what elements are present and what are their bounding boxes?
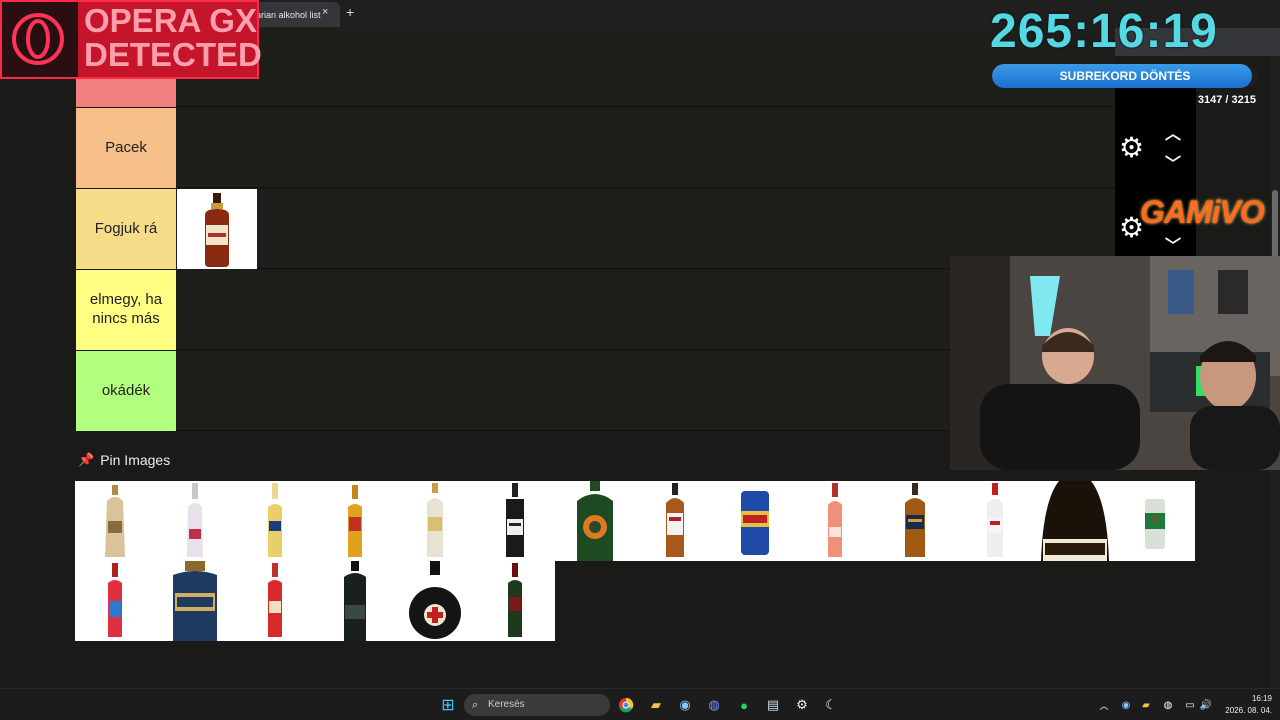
notepad-icon[interactable]: ▤ (763, 695, 783, 715)
clock-date: 2026. 08. 04. (1225, 706, 1272, 715)
opera-logo (2, 2, 78, 77)
chevron-down-icon: ﹀ (1165, 156, 1182, 173)
gear-icon: ⚙ (1119, 132, 1145, 163)
chevron-up-icon: ︿ (1165, 126, 1182, 143)
webcam-feed (950, 256, 1280, 470)
clock-time: 16:19 (1251, 694, 1272, 703)
bottle-jagermeister[interactable] (555, 481, 635, 561)
can-heineken[interactable] (1115, 481, 1195, 561)
bottle-red-soda[interactable] (75, 561, 155, 641)
chevron-down-icon: ﹀ (1165, 238, 1182, 255)
bottle-black-liqueur[interactable] (315, 561, 395, 641)
tray-chevron-up-icon[interactable]: ︿ (1094, 695, 1114, 715)
bottle-cream-liqueur[interactable] (75, 481, 155, 561)
subathon-timer: 265:16:19 (990, 5, 1218, 58)
opera-gx-text: OPERA GX DETECTED (84, 2, 262, 73)
tier-label[interactable]: elmegy, ha nincs más (76, 270, 176, 350)
app-icon[interactable]: ☾ (821, 695, 841, 715)
bottle-sparkling-wine[interactable] (155, 481, 235, 561)
bottle-vodka[interactable] (955, 481, 1035, 561)
steam-icon[interactable]: ◉ (675, 695, 695, 715)
spotify-icon[interactable]: ● (734, 695, 754, 715)
subrecord-label: SUBREKORD DÖNTÉS (1059, 69, 1191, 83)
tab-title: arian alkohol list (256, 10, 321, 20)
webcam-image (950, 256, 1280, 470)
bottle-jack-daniels[interactable] (475, 481, 555, 561)
discord-icon[interactable]: ◍ (704, 695, 724, 715)
tier-row-pacek: Pacek (76, 108, 1115, 188)
subrecord-progress-bar: SUBREKORD DÖNTÉS (992, 64, 1258, 88)
settings-icon[interactable]: ⚙ (792, 695, 812, 715)
bottle-rose-wine[interactable] (795, 481, 875, 561)
new-tab-button[interactable]: + (346, 4, 354, 20)
pin-images-title: Pin Images (100, 452, 171, 468)
gamivo-logo: GAMiVO (1140, 194, 1265, 230)
pin-images-heading: 📌 Pin Images (78, 452, 170, 468)
bottle-red-cider[interactable] (235, 561, 315, 641)
can-kobanya-beer[interactable] (715, 481, 795, 561)
search-icon: ⌕ (472, 699, 479, 711)
opera-logo-icon (12, 13, 64, 65)
bottle-ballantines[interactable] (177, 189, 257, 269)
opera-gx-overlay: OPERA GX DETECTED (0, 0, 262, 79)
tray-folder-icon[interactable]: ▰ (1136, 695, 1156, 715)
bottle-unicum[interactable] (395, 561, 475, 641)
taskbar-search[interactable]: ⌕ Keresés (464, 694, 610, 716)
tier-label[interactable]: okádék (76, 351, 176, 431)
bottle-metaxa[interactable] (875, 481, 955, 561)
pin-icon: 📌 (78, 452, 95, 467)
volume-icon[interactable]: 🔊 (1196, 695, 1216, 715)
tray-discord-icon[interactable]: ◍ (1158, 695, 1178, 715)
tier-label[interactable]: Pacek (76, 108, 176, 188)
bottle-corona-beer[interactable] (235, 481, 315, 561)
close-tab-icon[interactable]: × (322, 6, 328, 18)
bottle-jim-beam[interactable] (635, 481, 715, 561)
bottle-sharons[interactable] (1035, 481, 1115, 561)
bottle-cider[interactable] (315, 481, 395, 561)
taskbar-clock[interactable]: 16:19 2026. 08. 04. (1218, 693, 1272, 717)
tier-label[interactable]: Fogjuk rá (76, 189, 176, 269)
bottle-green-herbal[interactable] (475, 561, 555, 641)
file-explorer-icon[interactable]: ▰ (646, 695, 666, 715)
taskbar-search-placeholder: Keresés (488, 699, 525, 710)
chrome-icon[interactable] (616, 695, 636, 715)
screen: arian alkohol list × + hol-list-15783425… (0, 0, 1280, 720)
windows-taskbar: ⊞ ⌕ Keresés ▰ ◉ ◍ ● ▤ ⚙ ☾ ︿ ◉ ▰ ◍ ▭ 🔊 16… (0, 688, 1280, 720)
bottle-gordons-gin[interactable] (395, 481, 475, 561)
tray-steam-icon[interactable]: ◉ (1116, 695, 1136, 715)
bottle-st-hubertus[interactable] (155, 561, 235, 641)
scroll-thumb[interactable] (1272, 190, 1278, 260)
windows-start-icon[interactable]: ⊞ (438, 695, 458, 715)
whisky-bottle-image (205, 193, 229, 267)
